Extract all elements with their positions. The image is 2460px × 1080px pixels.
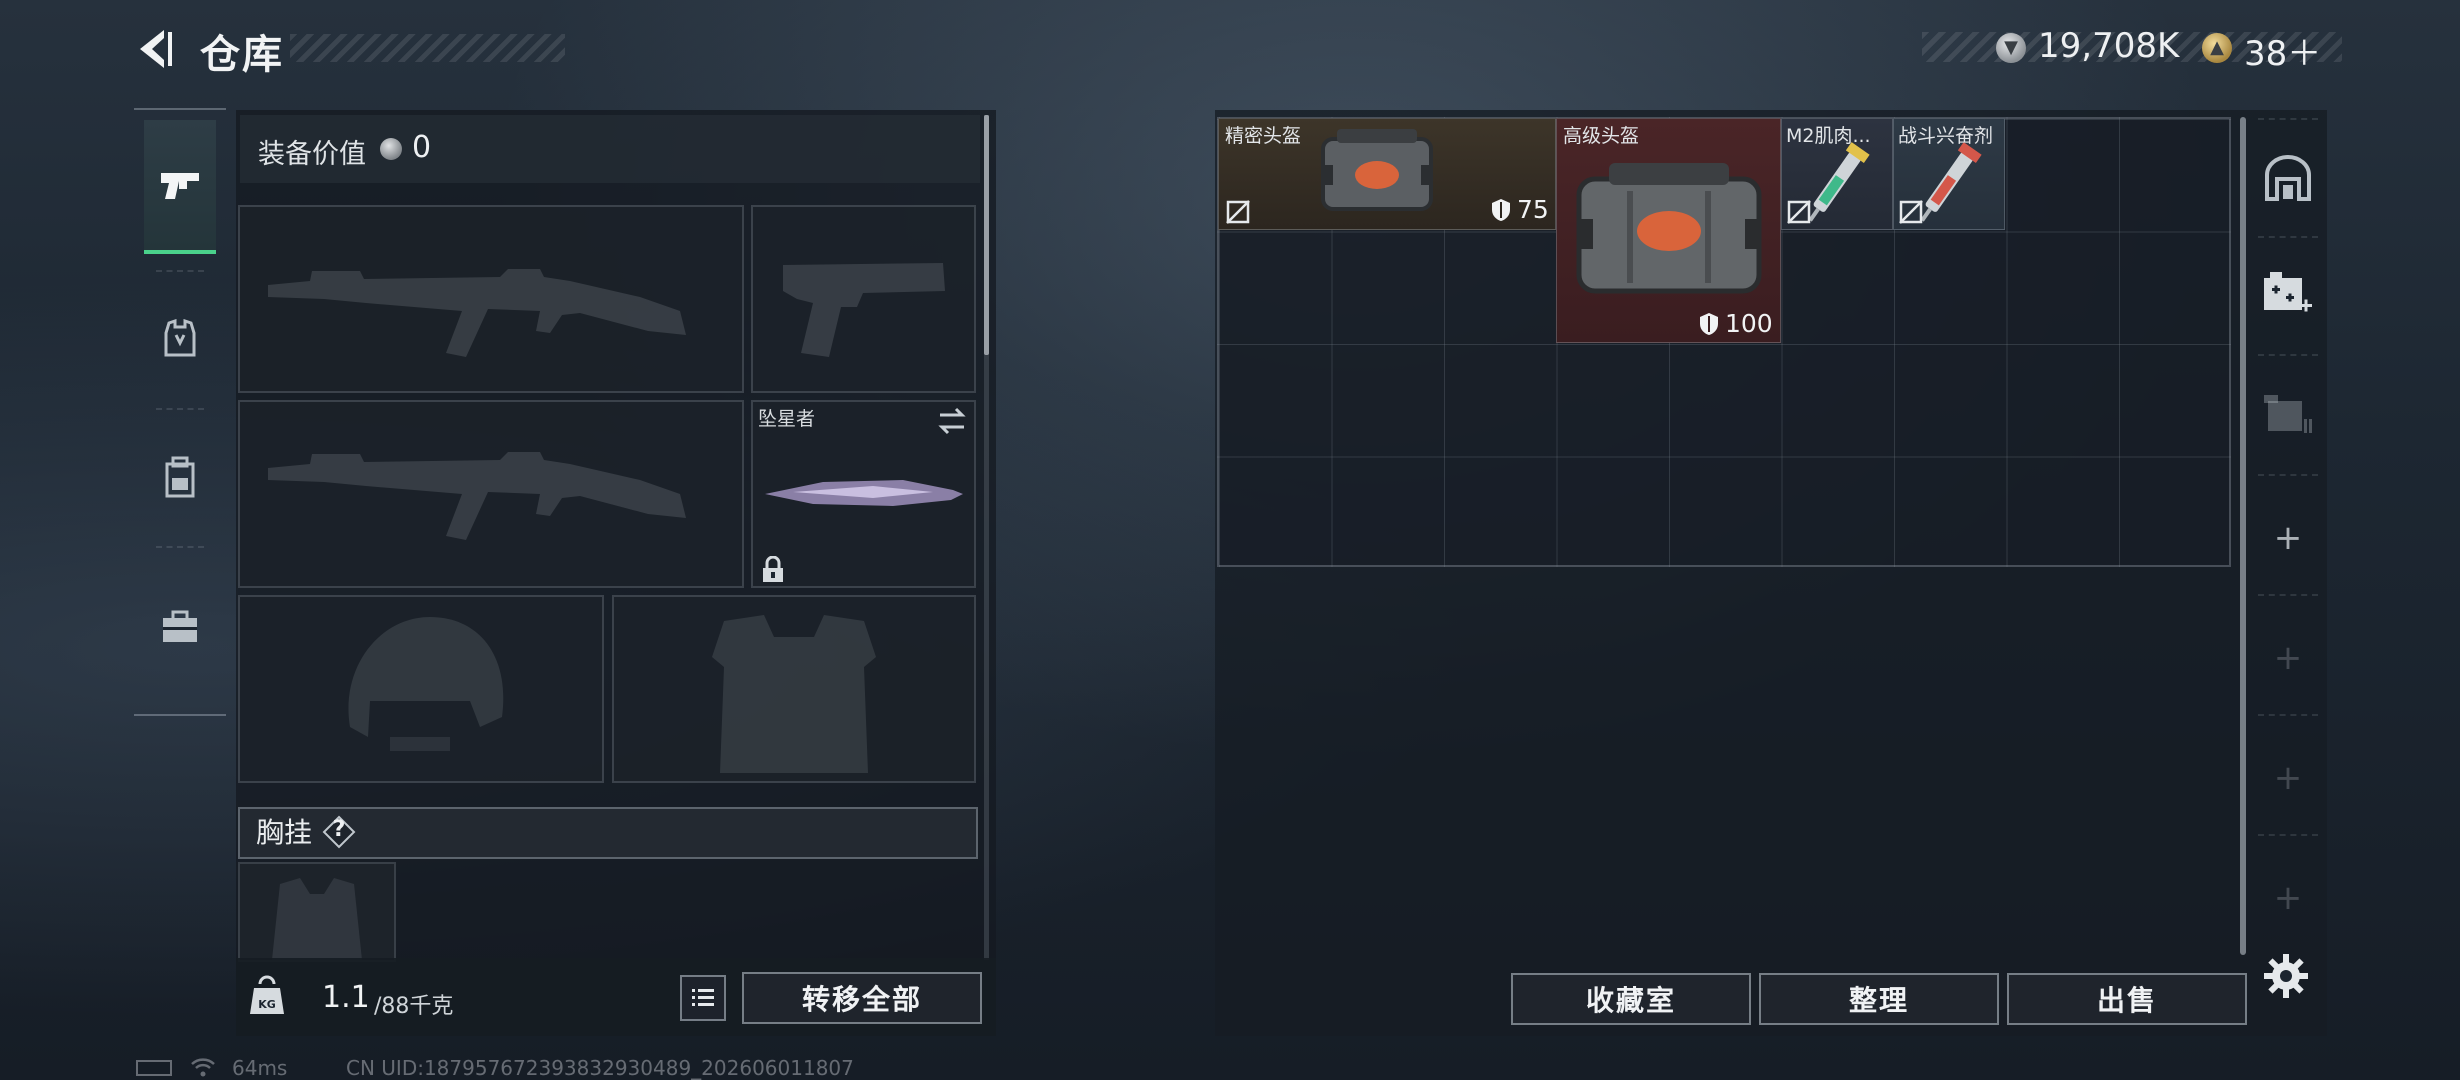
extra-storage-tab[interactable] <box>2258 384 2318 444</box>
help-glyph: ? <box>332 817 346 842</box>
plus-icon: + <box>2273 518 2303 558</box>
list-icon <box>692 989 714 1006</box>
tab-armor[interactable] <box>144 272 216 406</box>
pistol-silhouette-icon <box>783 263 945 357</box>
svg-text:KG: KG <box>258 998 276 1011</box>
chest-rig-slot[interactable] <box>238 862 396 962</box>
add-slot-button[interactable]: + <box>2258 868 2318 928</box>
tab-weapons[interactable] <box>144 120 216 254</box>
gear-icon[interactable] <box>2262 952 2310 1000</box>
battery-icon <box>136 1060 172 1076</box>
backpack-icon <box>165 456 195 498</box>
shield-icon <box>1700 312 1718 335</box>
add-slot-button[interactable]: + <box>2258 508 2318 568</box>
help-icon[interactable]: ? <box>322 815 356 849</box>
weight-icon: KG <box>248 974 286 1018</box>
chest-rig-label: 胸挂 <box>256 816 313 849</box>
tab-case[interactable] <box>144 560 216 694</box>
armor-value-text: 75 <box>1517 195 1549 224</box>
plus-icon: + <box>2273 638 2303 678</box>
weight-current: 1.1 <box>322 980 370 1015</box>
storage-scrollbar[interactable] <box>2240 117 2246 955</box>
collection-room-button[interactable]: 收藏室 <box>1511 973 1751 1025</box>
item-name: 高级头盔 <box>1563 125 1640 147</box>
secondary-weapon-slot[interactable] <box>238 400 744 588</box>
body-armor-slot[interactable] <box>612 595 976 783</box>
primary-weapon-slot[interactable] <box>238 205 744 393</box>
title-stripe-decoration <box>290 34 565 62</box>
side-divider <box>2258 354 2318 356</box>
equip-value-label: 装备价值 <box>258 139 366 170</box>
plus-icon: + <box>2273 758 2303 798</box>
briefcase-icon <box>163 610 197 642</box>
gold-currency-amount[interactable]: 38＋ <box>2244 26 2321 75</box>
melee-weapon-name: 坠星者 <box>758 408 816 430</box>
pistol-slot[interactable] <box>751 205 976 393</box>
folder-stack-icon <box>2264 395 2312 433</box>
equip-value-amount: 0 <box>412 130 432 165</box>
side-divider <box>2258 594 2318 596</box>
armor-silhouette-icon <box>712 615 876 773</box>
helmet-silhouette-icon <box>348 617 504 751</box>
storage-item[interactable]: 精密头盔 75 <box>1218 118 1556 230</box>
storage-item[interactable]: 高级头盔 100 <box>1556 118 1781 343</box>
rifle-silhouette-icon <box>268 269 686 357</box>
add-container-icon <box>2264 272 2312 312</box>
side-divider <box>2258 118 2318 120</box>
silver-currency-amount[interactable]: 19,708K <box>2038 26 2179 66</box>
game-screen: 仓库 ▼ 19,708K ▲ 38＋ 装备价值 0 坠星者 胸挂 ? KG 1.… <box>0 0 2460 1080</box>
storage-main-tab[interactable] <box>2258 148 2318 208</box>
tab-backpack[interactable] <box>144 410 216 544</box>
wifi-icon <box>190 1056 216 1078</box>
user-uid: CN UID:18795767239383293048​9_2026060118… <box>346 1056 854 1080</box>
transfer-all-button[interactable]: 转移全部 <box>742 972 982 1024</box>
pistol-icon <box>161 173 199 199</box>
silver-coin-icon: ▼ <box>1996 33 2026 63</box>
storage-shelter-icon <box>2265 155 2311 201</box>
side-divider <box>2258 474 2318 476</box>
back-arrow-icon[interactable] <box>130 26 176 72</box>
silver-coin-icon <box>380 138 402 160</box>
side-divider <box>2258 834 2318 836</box>
item-name: 战斗兴奋剂 <box>1898 125 1994 147</box>
storage-item[interactable]: M2肌肉... <box>1781 118 1893 230</box>
weight-max: /88千克 <box>374 994 454 1019</box>
add-slot-button[interactable]: + <box>2258 628 2318 688</box>
add-storage-tab[interactable] <box>2258 264 2318 324</box>
list-view-button[interactable] <box>680 975 726 1021</box>
armor-value: 100 <box>1699 309 1773 338</box>
sort-button[interactable]: 整理 <box>1759 973 1999 1025</box>
shield-icon <box>1492 198 1510 221</box>
sell-button[interactable]: 出售 <box>2007 973 2247 1025</box>
helmet-slot[interactable] <box>238 595 604 783</box>
side-divider <box>2258 714 2318 716</box>
lock-icon <box>760 555 786 584</box>
armor-vest-icon <box>164 319 196 357</box>
armor-value-text: 100 <box>1725 309 1773 338</box>
armor-value: 75 <box>1491 195 1549 224</box>
item-name: M2肌肉... <box>1786 125 1871 147</box>
no-insure-icon <box>1226 200 1250 224</box>
loadout-scrollbar[interactable] <box>984 115 989 355</box>
storage-item[interactable]: 战斗兴奋剂 <box>1893 118 2005 230</box>
swap-icon[interactable] <box>936 406 968 436</box>
rifle-silhouette-icon <box>268 452 686 540</box>
page-title: 仓库 <box>200 32 284 78</box>
plus-icon: + <box>2273 878 2303 918</box>
add-slot-button[interactable]: + <box>2258 748 2318 808</box>
gold-coin-icon: ▲ <box>2202 33 2232 63</box>
tab-divider <box>156 546 204 548</box>
item-name: 精密头盔 <box>1225 125 1302 147</box>
no-insure-icon <box>1787 200 1811 224</box>
chest-rig-silhouette-icon <box>272 878 362 960</box>
no-insure-icon <box>1899 200 1923 224</box>
ping-readout: 64ms <box>232 1056 288 1080</box>
side-divider <box>2258 236 2318 238</box>
